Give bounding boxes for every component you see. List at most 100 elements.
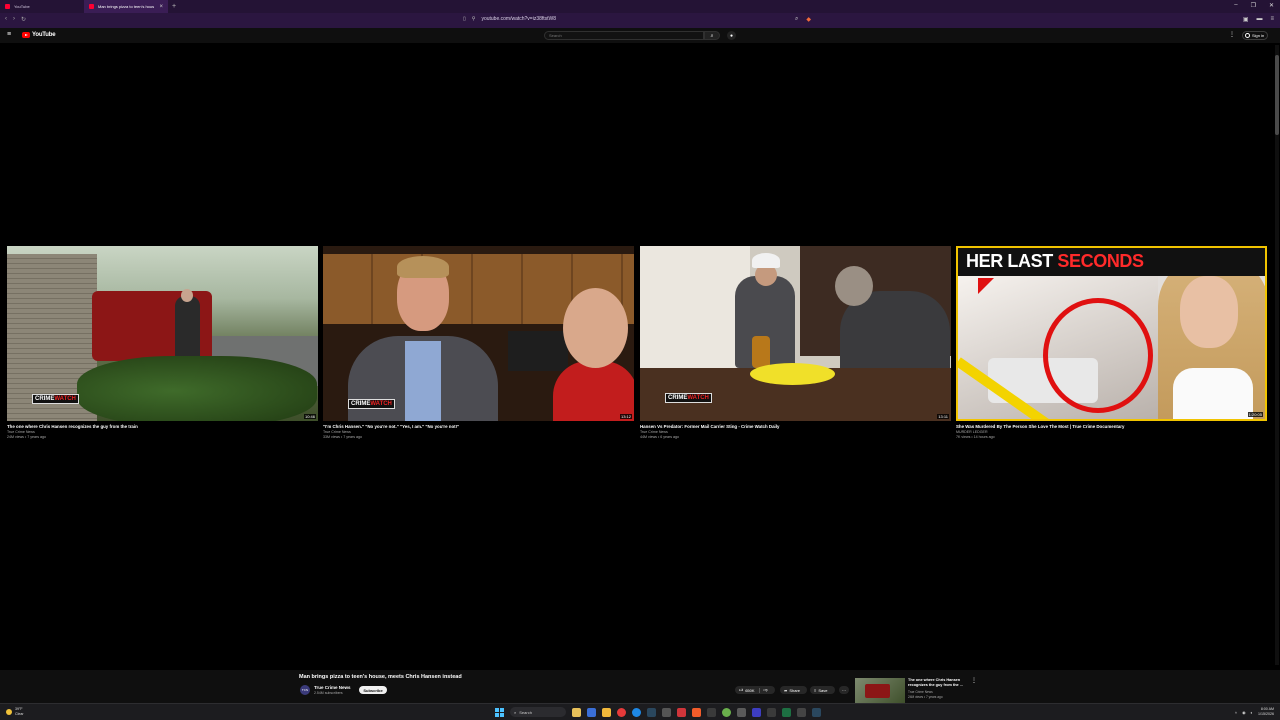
video-thumbnail[interactable]: CRIMEWATCH 10:46 (7, 246, 318, 421)
scrollbar-thumb[interactable] (1275, 55, 1279, 135)
subscriber-count: 2.54M subscribers (314, 691, 343, 695)
channel-name[interactable]: True Crime News (7, 430, 318, 434)
save-button[interactable]: ≡ Save (810, 686, 835, 694)
search-icon: ⌕ (514, 709, 517, 715)
steam-icon[interactable] (812, 707, 821, 717)
restore-button[interactable]: ❐ (1251, 2, 1256, 9)
subscribe-button[interactable]: Subscribe (359, 686, 387, 694)
tab-title: YouTube (14, 4, 30, 9)
forward-icon[interactable]: › (13, 16, 15, 23)
volume-icon[interactable]: 🔈︎ (1251, 710, 1253, 715)
excel-icon[interactable] (782, 707, 791, 717)
video-title[interactable]: The one where Chris Hansen recognizes th… (7, 424, 318, 429)
youtube-logo[interactable]: YouTube (22, 32, 56, 38)
bookmark-icon[interactable]: ▯ (463, 16, 466, 22)
browser-tab-youtube[interactable]: YouTube (0, 0, 84, 13)
duration-badge: 13:11 (937, 414, 949, 419)
new-tab-button[interactable]: + (172, 3, 176, 10)
settings-more-icon[interactable]: ⋮ (1229, 31, 1235, 38)
task-view-icon[interactable] (572, 707, 581, 717)
video-title[interactable]: "I'm Chris Hansen." "No you're not." "Ye… (323, 424, 634, 429)
reload-icon[interactable]: ↻ (21, 16, 26, 23)
video-thumbnail[interactable]: HER LAST SECONDS 1:20:05 (956, 246, 1267, 421)
steam-icon[interactable] (647, 707, 656, 717)
network-icon[interactable]: ◉ (1242, 710, 1246, 715)
thumbs-down-icon[interactable]: 👎︎ (764, 687, 768, 693)
up-next-menu-icon[interactable]: ⋮ (971, 677, 977, 684)
window-controls: – ❐ ✕ (1234, 2, 1274, 9)
system-tray: ˄ ◉ 🔈︎ 8:00 AM 1/15/2026 (1235, 707, 1274, 717)
video-thumbnail[interactable]: CRIMEWATCH 13:11 (640, 246, 951, 421)
sign-in-button[interactable]: Sign in (1242, 31, 1268, 40)
menu-icon[interactable]: ≡ (1270, 16, 1274, 23)
page-scrollbar[interactable] (1275, 45, 1279, 665)
up-next-title[interactable]: The one where Chris Hansen recognizes th… (908, 678, 968, 688)
taskbar-search[interactable]: ⌕ Search (510, 707, 566, 717)
url-field[interactable]: ▯ ⚲ youtube.com/watch?v=iz38ftstW8 (463, 16, 556, 22)
duration-badge: 1:20:05 (1247, 412, 1263, 417)
video-card[interactable]: HER LAST SECONDS 1:20:05 She Was Murdere… (956, 246, 1267, 439)
more-actions-button[interactable]: ⋯ (839, 686, 849, 694)
browser-toolbar-right: ▣ ▬ ≡ (1243, 16, 1274, 23)
brave-shield-icon[interactable]: ◆ (806, 16, 811, 23)
edge-icon[interactable] (632, 707, 641, 717)
share-button[interactable]: ➦ Share (780, 686, 807, 694)
video-thumbnail[interactable]: CRIMEWATCH 13:12 (323, 246, 634, 421)
clock[interactable]: 8:00 AM 1/15/2026 (1258, 707, 1274, 717)
start-button[interactable] (495, 707, 504, 717)
app-icon[interactable] (722, 707, 731, 717)
channel-name[interactable]: MURDER LEDGER (956, 430, 1267, 434)
search-button[interactable]: ⌕ (704, 31, 720, 40)
channel-avatar[interactable]: TCN (300, 685, 310, 695)
chrome-icon[interactable] (617, 707, 626, 717)
tab-title: Man brings pizza to teen's hous (98, 4, 155, 9)
video-card[interactable]: CRIMEWATCH 13:11 Hansen Vs Predator: For… (640, 246, 951, 439)
app-icon[interactable] (707, 707, 716, 717)
tray-overflow-icon[interactable]: ˄ (1235, 710, 1237, 715)
youtube-logo-text: YouTube (32, 32, 56, 38)
browser-address-bar: ‹ › ↻ ▯ ⚲ youtube.com/watch?v=iz38ftstW8… (0, 13, 1280, 28)
app-icon[interactable] (737, 707, 746, 717)
share-label: Share (789, 687, 801, 693)
back-icon[interactable]: ‹ (5, 16, 7, 23)
video-title[interactable]: She Was Murdered By The Person She Love … (956, 424, 1267, 429)
sidebar-icon[interactable]: ▣ (1243, 16, 1249, 23)
minimize-button[interactable]: – (1234, 2, 1237, 9)
browser-tab-active[interactable]: Man brings pizza to teen's hous × (84, 0, 168, 13)
close-window-button[interactable]: ✕ (1269, 2, 1274, 9)
now-playing-bar: Man brings pizza to teen's house, meets … (0, 670, 1280, 704)
zoom-icon[interactable]: ⌕ (795, 16, 798, 23)
app-icon[interactable] (677, 707, 686, 717)
app-icon[interactable] (767, 707, 776, 717)
youtube-favicon-icon (5, 4, 10, 9)
nav-buttons: ‹ › ↻ (5, 16, 26, 23)
video-title[interactable]: Hansen Vs Predator: Former Mail Carrier … (640, 424, 951, 429)
youtube-favicon-icon (89, 4, 94, 9)
video-card[interactable]: CRIMEWATCH 10:46 The one where Chris Han… (7, 246, 318, 439)
channel-name[interactable]: True Crime News (323, 430, 634, 434)
wallet-icon[interactable]: ▬ (1256, 16, 1262, 23)
search-icon: ⌕ (710, 32, 714, 39)
up-next-thumbnail[interactable] (855, 678, 905, 704)
sign-in-label: Sign in (1252, 33, 1265, 38)
site-info-icon[interactable]: ⚲ (472, 16, 476, 22)
like-button[interactable]: 👍︎ 650K 👎︎ (735, 686, 775, 694)
app-icon[interactable] (662, 707, 671, 717)
clock-date: 1/15/2026 (1258, 712, 1274, 716)
weather-widget[interactable]: 39°F Clear (6, 707, 24, 717)
playlist-add-icon: ≡ (814, 687, 817, 693)
channel-name[interactable]: True Crime News (314, 685, 351, 690)
video-card[interactable]: CRIMEWATCH 13:12 "I'm Chris Hansen." "No… (323, 246, 634, 439)
microphone-icon: ● (729, 32, 734, 39)
brave-icon[interactable] (692, 707, 701, 717)
voice-search-button[interactable]: ● (727, 31, 736, 40)
address-bar-actions: ⌕ ◆ (795, 16, 811, 23)
premiere-icon[interactable] (752, 707, 761, 717)
search-input[interactable]: Search (544, 31, 704, 40)
close-tab-icon[interactable]: × (159, 4, 163, 10)
app-icon[interactable] (797, 707, 806, 717)
file-explorer-icon[interactable] (602, 707, 611, 717)
channel-name[interactable]: True Crime News (640, 430, 951, 434)
hamburger-menu-icon[interactable]: ≡ (7, 31, 11, 38)
widgets-icon[interactable] (587, 707, 596, 717)
